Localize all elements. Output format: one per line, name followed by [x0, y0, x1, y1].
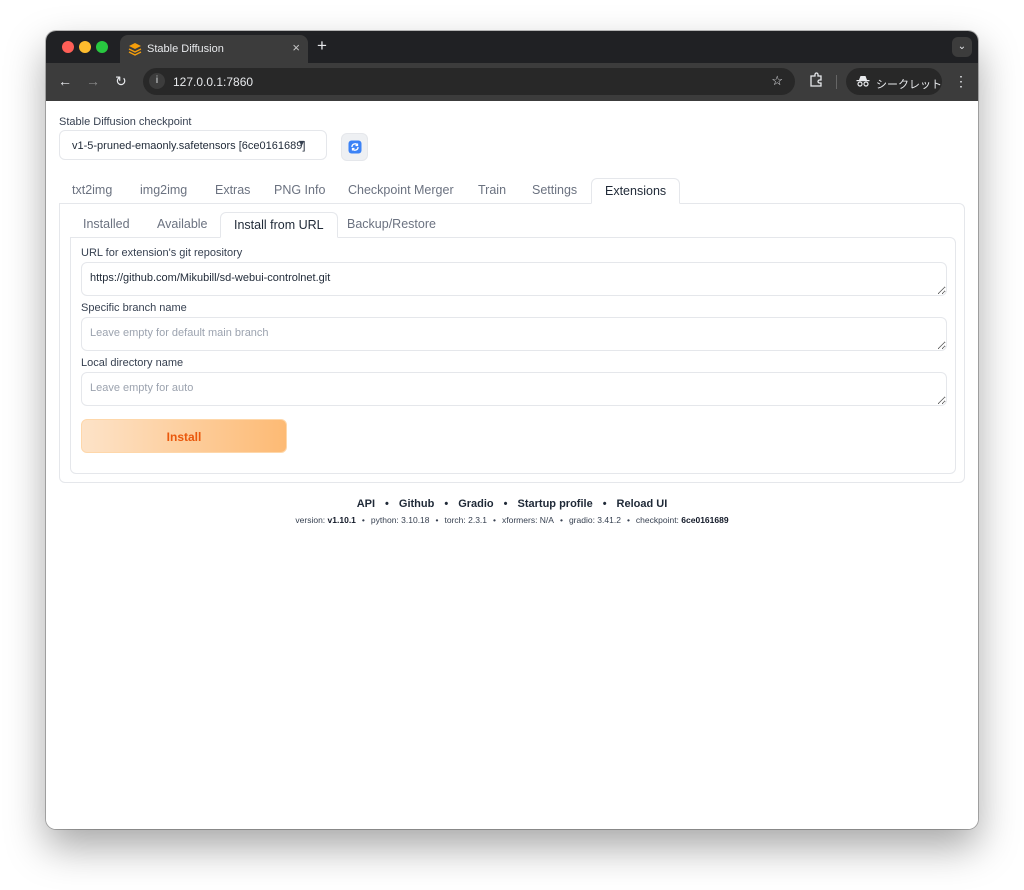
maximize-window-button[interactable]	[96, 41, 108, 53]
gradio-version: gradio: 3.41.2	[568, 515, 621, 525]
extensions-panel: Installed Available Install from URL Bac…	[59, 203, 965, 483]
main-tabs: txt2img img2img Extras PNG Info Checkpoi…	[59, 178, 959, 204]
checkpoint-dropdown[interactable]: v1-5-pruned-emaonly.safetensors [6ce0161…	[59, 130, 327, 160]
toolbar-separator	[836, 75, 837, 89]
webui-content: Stable Diffusion checkpoint v1-5-pruned-…	[46, 101, 978, 829]
tab-strip: Stable Diffusion × + ⌄	[46, 31, 978, 63]
browser-window: Stable Diffusion × + ⌄ ← → ↻ i 127.0.0.1…	[46, 31, 978, 829]
tab-installed[interactable]: Installed	[70, 212, 143, 238]
local-directory-input[interactable]	[81, 372, 947, 406]
refresh-checkpoints-button[interactable]	[341, 133, 368, 161]
close-window-button[interactable]	[62, 41, 74, 53]
site-info-icon[interactable]: i	[149, 73, 165, 89]
tab-search-icon[interactable]: ⌄	[952, 37, 972, 57]
close-tab-icon[interactable]: ×	[292, 40, 300, 55]
tab-checkpoint-merger[interactable]: Checkpoint Merger	[335, 178, 467, 204]
tab-settings[interactable]: Settings	[519, 178, 590, 204]
browser-toolbar: ← → ↻ i 127.0.0.1:7860 ☆ シークレット ⋮	[46, 63, 978, 101]
branch-name-input[interactable]	[81, 317, 947, 351]
tab-txt2img[interactable]: txt2img	[59, 178, 125, 204]
tab-backup-restore[interactable]: Backup/Restore	[334, 212, 449, 238]
minimize-window-button[interactable]	[79, 41, 91, 53]
extension-sub-tabs: Installed Available Install from URL Bac…	[70, 212, 670, 238]
incognito-label: シークレット	[876, 79, 942, 91]
xformers-version: xformers: N/A	[502, 515, 554, 525]
footer-link-github[interactable]: Github	[399, 498, 434, 510]
footer-link-api[interactable]: API	[357, 498, 375, 510]
python-version: python: 3.10.18	[370, 515, 430, 525]
tab-png-info[interactable]: PNG Info	[261, 178, 338, 204]
forward-arrow-icon[interactable]: →	[86, 73, 100, 89]
checkpoint-hash: 6ce0161689	[681, 515, 729, 525]
install-from-url-form: URL for extension's git repository Speci…	[70, 237, 956, 474]
directory-label: Local directory name	[81, 357, 184, 369]
bookmark-star-icon[interactable]: ☆	[771, 73, 783, 89]
version-label: version:	[295, 515, 326, 525]
address-bar[interactable]: i 127.0.0.1:7860 ☆	[143, 68, 795, 95]
dropdown-caret-icon: ▼	[297, 138, 306, 148]
torch-version: torch: 2.3.1	[444, 515, 488, 525]
footer-link-startup-profile[interactable]: Startup profile	[518, 498, 593, 510]
tab-extensions[interactable]: Extensions	[591, 178, 681, 204]
install-button[interactable]: Install	[81, 419, 287, 453]
stack-favicon-icon	[128, 43, 142, 56]
version-info: version: v1.10.1 • python: 3.10.18 • torch: …	[295, 515, 729, 525]
footer-link-gradio[interactable]: Gradio	[458, 498, 493, 510]
browser-tab[interactable]: Stable Diffusion ×	[120, 35, 308, 63]
back-arrow-icon[interactable]: ←	[58, 73, 72, 89]
tab-extras[interactable]: Extras	[202, 178, 263, 204]
incognito-icon	[856, 76, 870, 87]
footer-links: API • Github • Gradio • Startup profile • Reload…	[356, 498, 668, 510]
version-value: v1.10.1	[327, 515, 356, 525]
new-tab-button[interactable]: +	[317, 36, 327, 56]
tab-train[interactable]: Train	[465, 178, 519, 204]
extensions-puzzle-icon[interactable]	[808, 72, 824, 88]
footer-link-reload-ui[interactable]: Reload UI	[617, 498, 668, 510]
url-label: URL for extension's git repository	[81, 247, 243, 259]
checkpoint-label: Stable Diffusion checkpoint	[59, 116, 192, 128]
refresh-icon	[348, 140, 362, 154]
tab-available[interactable]: Available	[144, 212, 221, 238]
checkpoint-label-footer: checkpoint:	[635, 515, 679, 525]
branch-label: Specific branch name	[81, 302, 187, 314]
incognito-indicator[interactable]: シークレット	[846, 68, 942, 95]
browser-menu-icon[interactable]: ⋮	[954, 73, 968, 90]
tab-title: Stable Diffusion	[147, 43, 224, 55]
address-url[interactable]: 127.0.0.1:7860	[173, 75, 253, 89]
git-url-input[interactable]	[81, 262, 947, 296]
reload-icon[interactable]: ↻	[115, 73, 127, 90]
tab-img2img[interactable]: img2img	[127, 178, 200, 204]
tab-install-from-url[interactable]: Install from URL	[220, 212, 338, 238]
checkpoint-value: v1-5-pruned-emaonly.safetensors [6ce0161…	[72, 140, 306, 152]
